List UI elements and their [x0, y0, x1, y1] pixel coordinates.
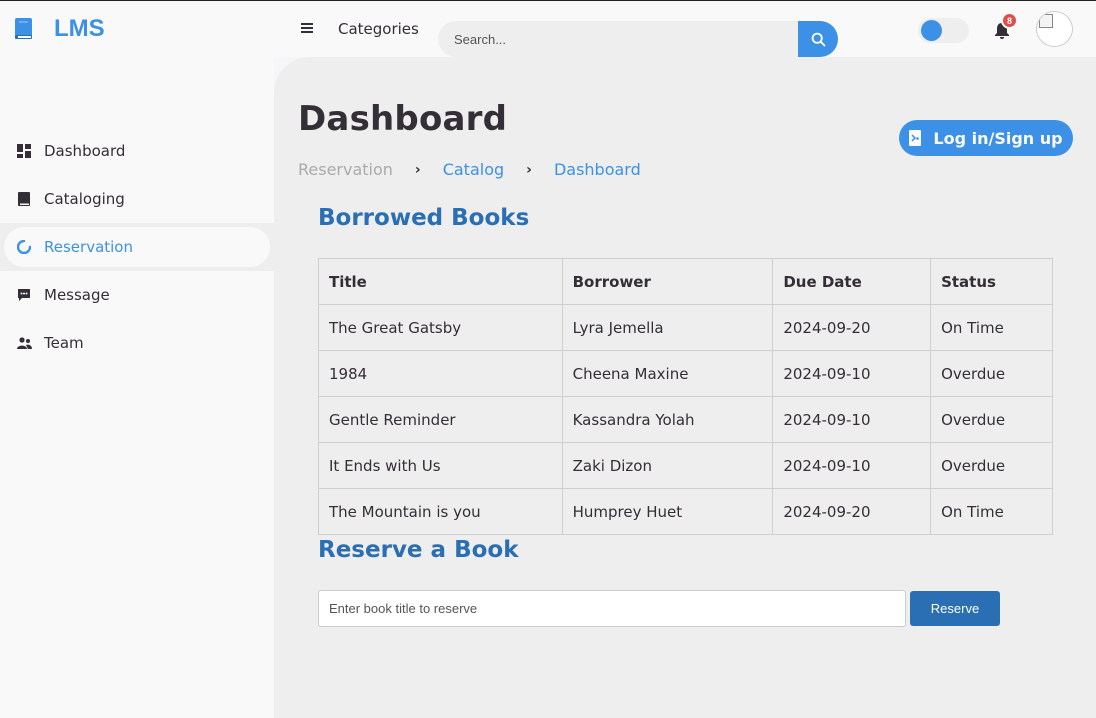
- column-header-title: Title: [318, 258, 563, 305]
- breadcrumb-item[interactable]: Reservation: [298, 160, 393, 179]
- brand[interactable]: LMS: [14, 15, 105, 43]
- sidebar-item-label: Dashboard: [44, 142, 126, 160]
- categories-link[interactable]: Categories: [338, 20, 419, 38]
- cell-due-date: 2024-09-20: [772, 488, 932, 535]
- cell-borrower: Humprey Huet: [561, 488, 774, 535]
- cell-due-date: 2024-09-10: [772, 350, 932, 397]
- cell-status: Overdue: [930, 442, 1053, 489]
- main-content: Dashboard Reservation › Catalog › Dashbo…: [274, 57, 1096, 718]
- column-header-status: Status: [930, 258, 1053, 305]
- cell-status: Overdue: [930, 350, 1053, 397]
- cell-status: Overdue: [930, 396, 1053, 443]
- table-row: 1984 Cheena Maxine 2024-09-10 Overdue: [318, 350, 1053, 397]
- team-icon: [16, 335, 32, 351]
- borrowed-books-title: Borrowed Books: [318, 205, 530, 231]
- column-header-due-date: Due Date: [772, 258, 932, 305]
- table-row: The Mountain is you Humprey Huet 2024-09…: [318, 488, 1053, 535]
- table-row: It Ends with Us Zaki Dizon 2024-09-10 Ov…: [318, 442, 1053, 489]
- sidebar-item-message[interactable]: Message: [0, 271, 274, 319]
- top-navbar: Categories 8: [274, 1, 1096, 57]
- menu-icon[interactable]: [301, 23, 313, 33]
- loader-icon: [16, 239, 32, 255]
- brand-name: LMS: [54, 15, 105, 42]
- cell-borrower: Kassandra Yolah: [561, 396, 774, 443]
- sidebar-item-cataloging[interactable]: Cataloging: [0, 175, 274, 223]
- cell-due-date: 2024-09-10: [772, 442, 932, 489]
- notification-button[interactable]: 8: [992, 12, 1018, 42]
- message-icon: [16, 287, 32, 303]
- cell-borrower: Zaki Dizon: [561, 442, 774, 489]
- sidebar-item-dashboard[interactable]: Dashboard: [0, 127, 274, 175]
- cell-title: 1984: [318, 350, 563, 397]
- breadcrumb: Reservation › Catalog › Dashboard: [298, 160, 641, 179]
- borrowed-books-table: Title Borrower Due Date Status The Great…: [318, 258, 1053, 535]
- cell-status: On Time: [930, 488, 1053, 535]
- reserve-book-title: Reserve a Book: [318, 537, 519, 563]
- toggle-knob: [921, 20, 942, 41]
- door-icon: [909, 130, 922, 146]
- reserve-book-input[interactable]: [318, 590, 906, 627]
- search-form: [438, 21, 838, 57]
- dashboard-icon: [16, 143, 32, 159]
- notification-badge: 8: [1001, 12, 1018, 29]
- cell-due-date: 2024-09-20: [772, 304, 932, 351]
- column-header-borrower: Borrower: [561, 258, 774, 305]
- sidebar-item-label: Message: [44, 286, 110, 304]
- login-signup-label: Log in/Sign up: [933, 128, 1063, 148]
- broken-image-icon: [1039, 14, 1053, 28]
- table-row: The Great Gatsby Lyra Jemella 2024-09-20…: [318, 304, 1053, 351]
- chevron-right-icon: ›: [526, 161, 532, 178]
- breadcrumb-item[interactable]: Catalog: [443, 160, 504, 179]
- search-input[interactable]: [438, 21, 802, 57]
- cell-title: It Ends with Us: [318, 442, 563, 489]
- cell-borrower: Cheena Maxine: [561, 350, 774, 397]
- sidebar-item-label: Cataloging: [44, 190, 125, 208]
- sidebar-item-label: Team: [44, 334, 84, 352]
- cell-title: The Great Gatsby: [318, 304, 563, 351]
- sidebar: LMS Dashboard Cataloging Reservation Mes…: [0, 1, 274, 718]
- breadcrumb-item[interactable]: Dashboard: [554, 160, 641, 179]
- cell-borrower: Lyra Jemella: [561, 304, 774, 351]
- book-icon: [16, 191, 32, 207]
- theme-toggle[interactable]: [918, 18, 969, 43]
- table-row: Gentle Reminder Kassandra Yolah 2024-09-…: [318, 396, 1053, 443]
- cell-title: The Mountain is you: [318, 488, 563, 535]
- page-title: Dashboard: [298, 99, 508, 139]
- table-header-row: Title Borrower Due Date Status: [318, 258, 1053, 305]
- chevron-right-icon: ›: [414, 161, 421, 178]
- cell-status: On Time: [930, 304, 1053, 351]
- side-menu: Dashboard Cataloging Reservation Message: [0, 127, 274, 367]
- avatar[interactable]: [1036, 11, 1073, 47]
- cell-title: Gentle Reminder: [318, 396, 563, 443]
- search-button[interactable]: [798, 21, 838, 57]
- cell-due-date: 2024-09-10: [772, 396, 932, 443]
- book-icon: [14, 18, 34, 40]
- sidebar-item-label: Reservation: [44, 238, 133, 256]
- reserve-button[interactable]: Reserve: [910, 591, 1000, 626]
- login-signup-button[interactable]: Log in/Sign up: [899, 120, 1073, 156]
- sidebar-item-reservation[interactable]: Reservation: [0, 223, 274, 271]
- sidebar-item-team[interactable]: Team: [0, 319, 274, 367]
- search-icon: [811, 32, 825, 46]
